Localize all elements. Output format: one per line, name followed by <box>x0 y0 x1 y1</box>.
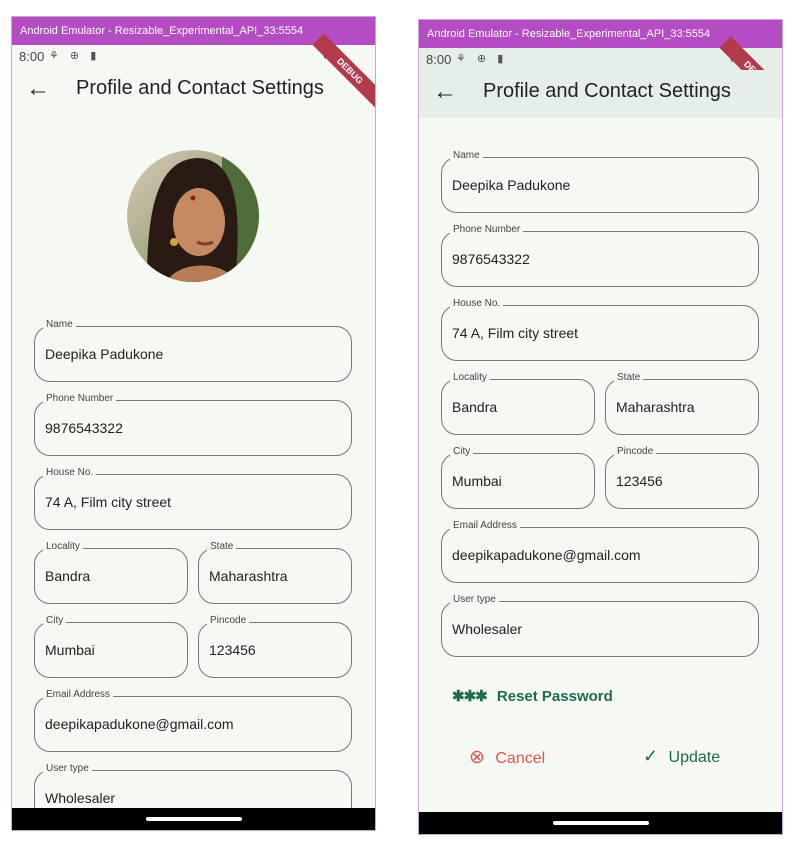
cancel-circle-icon: ⊗ <box>469 747 485 768</box>
state-field[interactable]: State Maharashtra <box>198 541 352 604</box>
state-value: Maharashtra <box>209 568 288 584</box>
check-icon: ✓ <box>643 746 659 766</box>
navigation-bar <box>419 812 782 834</box>
city-value: Mumbai <box>45 642 95 658</box>
profile-avatar[interactable] <box>127 150 259 282</box>
usertype-field[interactable]: User type Wholesaler <box>441 594 759 657</box>
app-bar: ← Profile and Contact Settings <box>419 70 782 118</box>
phone-label: Phone Number <box>43 393 117 404</box>
state-value: Maharashtra <box>616 399 695 415</box>
phone-field[interactable]: Phone Number 9876543322 <box>441 224 759 287</box>
locality-field[interactable]: Locality Bandra <box>441 372 595 435</box>
locality-field[interactable]: Locality Bandra <box>34 541 188 604</box>
usertype-label: User type <box>43 763 92 774</box>
locality-label: Locality <box>43 541 83 552</box>
state-field[interactable]: State Maharashtra <box>605 372 759 435</box>
house-label: House No. <box>450 298 504 309</box>
navigation-bar <box>12 808 375 830</box>
cancel-label: Cancel <box>495 750 546 767</box>
house-value: 74 A, Film city street <box>452 325 579 341</box>
state-label: State <box>207 541 237 552</box>
city-label: City <box>43 615 67 626</box>
status-icons: ⚘ ⊕ ▮ <box>456 53 508 65</box>
city-label: City <box>450 446 474 457</box>
home-gesture-handle[interactable] <box>552 821 649 825</box>
status-icons: ⚘ ⊕ ▮ <box>49 50 101 62</box>
pincode-field[interactable]: Pincode 123456 <box>605 446 759 509</box>
pincode-value: 123456 <box>616 473 663 489</box>
page-title: Profile and Contact Settings <box>76 77 324 99</box>
city-value: Mumbai <box>452 473 502 489</box>
phone-label: Phone Number <box>450 224 524 235</box>
email-label: Email Address <box>450 520 520 531</box>
page-title: Profile and Contact Settings <box>483 80 731 102</box>
locality-value: Bandra <box>452 399 498 415</box>
reset-password-button[interactable]: ✱✱✱ Reset Password <box>452 687 613 705</box>
name-field[interactable]: Name Deepika Padukone <box>34 319 352 382</box>
locality-label: Locality <box>450 372 490 383</box>
emulator-window-left: Android Emulator - Resizable_Experimenta… <box>11 16 376 831</box>
name-label: Name <box>450 150 483 161</box>
status-time: 8:00 <box>19 49 45 64</box>
pincode-label: Pincode <box>207 615 250 626</box>
update-label: Update <box>668 749 721 766</box>
email-label: Email Address <box>43 689 113 700</box>
phone-field[interactable]: Phone Number 9876543322 <box>34 393 352 456</box>
house-field[interactable]: House No. 74 A, Film city street <box>34 467 352 530</box>
usertype-value: Wholesaler <box>452 621 523 637</box>
phone-value: 9876543322 <box>45 420 123 436</box>
name-value: Deepika Padukone <box>452 177 571 193</box>
update-button[interactable]: ✓ Update <box>643 746 720 767</box>
email-value: deepikapadukone@gmail.com <box>45 716 234 732</box>
pincode-value: 123456 <box>209 642 256 658</box>
name-value: Deepika Padukone <box>45 346 164 362</box>
city-field[interactable]: City Mumbai <box>441 446 595 509</box>
state-label: State <box>614 372 644 383</box>
city-field[interactable]: City Mumbai <box>34 615 188 678</box>
back-arrow-icon[interactable]: ← <box>26 75 50 103</box>
pincode-field[interactable]: Pincode 123456 <box>198 615 352 678</box>
usertype-value: Wholesaler <box>45 790 116 806</box>
password-dots-icon: ✱✱✱ <box>452 688 488 705</box>
house-value: 74 A, Film city street <box>45 494 172 510</box>
email-field[interactable]: Email Address deepikapadukone@gmail.com <box>34 689 352 752</box>
usertype-label: User type <box>450 594 499 605</box>
locality-value: Bandra <box>45 568 91 584</box>
name-field[interactable]: Name Deepika Padukone <box>441 150 759 213</box>
back-arrow-icon[interactable]: ← <box>433 78 457 106</box>
phone-value: 9876543322 <box>452 251 530 267</box>
pincode-label: Pincode <box>614 446 657 457</box>
cancel-button[interactable]: ⊗ Cancel <box>469 746 545 769</box>
email-value: deepikapadukone@gmail.com <box>452 547 641 563</box>
house-field[interactable]: House No. 74 A, Film city street <box>441 298 759 361</box>
home-gesture-handle[interactable] <box>145 817 242 821</box>
email-field[interactable]: Email Address deepikapadukone@gmail.com <box>441 520 759 583</box>
name-label: Name <box>43 319 76 330</box>
emulator-window-right: Android Emulator - Resizable_Experimenta… <box>418 19 783 835</box>
house-label: House No. <box>43 467 97 478</box>
reset-password-label: Reset Password <box>496 688 613 705</box>
app-bar: ← Profile and Contact Settings <box>12 67 375 113</box>
status-time: 8:00 <box>426 52 452 67</box>
